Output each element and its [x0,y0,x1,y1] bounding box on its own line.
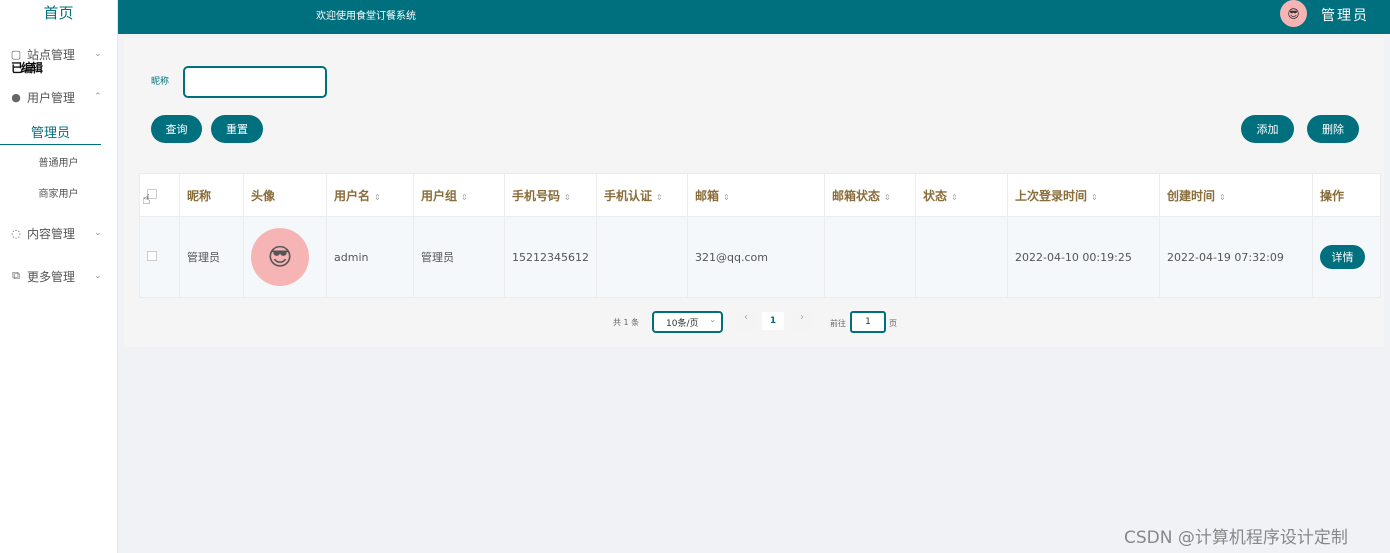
cell-nickname: 管理员 [179,216,244,298]
col-status[interactable]: 状态 ⇕ [915,173,1008,217]
query-button[interactable]: 查询 [151,115,202,143]
next-page-button[interactable]: › [792,312,812,330]
sidebar-item-content-management[interactable]: ◌ 内容管理 ⌄ [0,222,117,244]
col-created[interactable]: 创建时间 ⇕ [1159,173,1313,217]
sort-icon[interactable]: ⇕ [374,193,381,202]
chevron-left-icon: ‹ [744,312,748,323]
watermark: CSDN @计算机程序设计定制 [1124,528,1348,548]
page-size-value: 10条/页 [666,319,699,329]
top-header: 欢迎使用食堂订餐系统 😎 管理员 [118,0,1390,34]
cell-action: 详情 [1312,216,1381,298]
table-header-row: 昵称 头像 用户名 ⇕ 用户组 ⇕ 手机号码 ⇕ 手机认证 ⇕ 邮箱 ⇕ 邮箱状态 ⇕ 状态… [139,173,1381,217]
goto-page-input[interactable]: 1 [850,311,886,333]
col-label: 上次登录时间 [1015,188,1088,203]
sidebar-item-user-management[interactable]: ● 用户管理 ⌃ [0,86,117,108]
chevron-down-icon: ⌄ [94,228,102,238]
add-button[interactable]: 添加 [1241,115,1294,143]
sort-icon[interactable]: ⇕ [564,193,571,202]
sidebar-subitem-admin[interactable]: 管理员 [0,122,101,145]
col-label: 手机认证 [604,188,653,203]
avatar-face-icon: 😎 [267,243,293,271]
page-suffix: 页 [889,319,897,328]
col-avatar: 头像 [243,173,327,217]
col-last-login[interactable]: 上次登录时间 ⇕ [1007,173,1160,217]
col-label: 创建时间 [1167,188,1216,203]
col-label: 用户组 [421,188,458,203]
table-row: 管理员 😎 admin 管理员 15212345612 321@qq.com 2… [139,216,1381,298]
sidebar: 首页 ▢ 站点管理 ⌄ 已编辑 ● 用户管理 ⌃ 管理员 普通用户 商家用户 ◌… [0,0,118,553]
reset-button[interactable]: 重置 [211,115,263,143]
col-username[interactable]: 用户名 ⇕ [326,173,414,217]
cell-status [915,216,1008,298]
sidebar-subitem-normal-user[interactable]: 普通用户 [0,154,117,169]
sidebar-subitem-merchant-user[interactable]: 商家用户 [0,185,117,200]
col-action: 操作 [1312,173,1381,217]
col-nickname: 昵称 [179,173,244,217]
sort-icon[interactable]: ⇕ [1219,193,1226,202]
avatar-image: 😎 [251,228,309,286]
col-label: 邮箱状态 [832,188,881,203]
pagination-total: 共 1 条 [613,318,640,327]
col-label: 手机号码 [512,188,561,203]
chevron-down-icon: ⌄ [94,271,102,281]
col-group[interactable]: 用户组 ⇕ [413,173,505,217]
user-name[interactable]: 管理员 [1321,5,1369,25]
user-table: 昵称 头像 用户名 ⇕ 用户组 ⇕ 手机号码 ⇕ 手机认证 ⇕ 邮箱 ⇕ 邮箱状态 ⇕ 状态… [139,173,1381,298]
col-email[interactable]: 邮箱 ⇕ [687,173,825,217]
chevron-down-icon: ⌄ [94,49,102,59]
copy-icon: ⧉ [12,269,20,282]
sort-icon[interactable]: ⇕ [951,193,958,202]
goto-label: 前往 [830,319,846,328]
page-number[interactable]: 1 [762,312,784,330]
user-icon: ● [11,90,21,104]
col-label: 邮箱 [695,188,720,203]
cell-phone: 15212345612 [504,216,597,298]
nickname-label: 昵称 [151,77,170,87]
row-select-cell [139,216,180,298]
cell-last-login: 2022-04-10 00:19:25 [1007,216,1160,298]
col-email-status[interactable]: 邮箱状态 ⇕ [824,173,916,217]
prev-page-button[interactable]: ‹ [736,312,756,330]
sort-icon[interactable]: ⇕ [1091,193,1098,202]
row-checkbox[interactable] [147,250,157,261]
delete-button[interactable]: 删除 [1307,115,1359,143]
col-phone[interactable]: 手机号码 ⇕ [504,173,597,217]
page-size-select[interactable]: 10条/页 ⌄ [652,311,723,333]
cell-email-status [824,216,916,298]
sidebar-item-more-management[interactable]: ⧉ 更多管理 ⌄ [0,265,117,287]
avatar-face-icon: 😎 [1287,6,1300,21]
sidebar-item-label: 用户管理 [27,90,76,105]
sort-icon[interactable]: ⇕ [461,193,468,202]
sort-icon[interactable]: ⇕ [656,193,663,202]
cell-phone-verified [596,216,688,298]
nickname-input[interactable] [183,66,327,98]
chevron-right-icon: › [800,312,804,323]
cell-email: 321@qq.com [687,216,825,298]
content-panel: 昵称 查询 重置 添加 删除 昵称 头像 用户名 ⇕ 用户组 ⇕ 手机号码 ⇕ 手机认… [124,38,1384,347]
col-label: 用户名 [334,188,371,203]
user-avatar[interactable]: 😎 [1280,0,1307,27]
detail-button[interactable]: 详情 [1320,245,1365,269]
sidebar-overlay-text: 已编辑 [11,61,43,75]
cell-avatar: 😎 [243,216,327,298]
chevron-down-icon: ⌄ [709,315,716,324]
sidebar-home[interactable]: 首页 [0,0,117,30]
chat-icon: ◌ [11,226,21,240]
sidebar-item-label: 更多管理 [27,269,76,284]
sidebar-item-label: 内容管理 [27,226,76,241]
sort-icon[interactable]: ⇕ [884,193,891,202]
sort-icon[interactable]: ⇕ [723,193,730,202]
welcome-text: 欢迎使用食堂订餐系统 [316,11,416,22]
cell-username: admin [326,216,414,298]
col-phone-verified[interactable]: 手机认证 ⇕ [596,173,688,217]
cell-group: 管理员 [413,216,505,298]
mouse-cursor-icon: ☝ [142,192,151,208]
chevron-up-icon: ⌃ [94,92,102,102]
cell-created: 2022-04-19 07:32:09 [1159,216,1313,298]
col-label: 状态 [923,188,948,203]
